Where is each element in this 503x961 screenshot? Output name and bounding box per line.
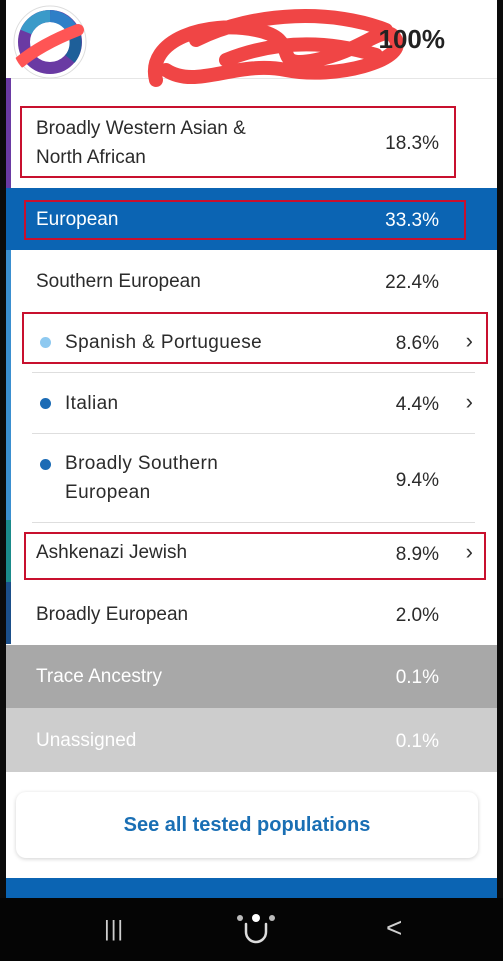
row-percent: 0.1%: [395, 667, 439, 688]
back-button[interactable]: <: [386, 912, 402, 944]
row-broadly-european[interactable]: Broadly European 2.0%: [6, 583, 497, 645]
recents-button[interactable]: |||: [104, 916, 124, 942]
row-broadly-southern-european[interactable]: Broadly Southern European 9.4%: [6, 434, 497, 522]
row-percent: 0.1%: [395, 731, 439, 752]
population-dot: [40, 459, 51, 470]
ancestry-header: 100%: [6, 0, 497, 87]
row-label: Trace Ancestry: [36, 666, 163, 687]
row-southern-european[interactable]: Southern European 22.4%: [6, 250, 497, 312]
highlight-box: [24, 200, 466, 240]
row-percent: 9.4%: [395, 470, 439, 491]
highlight-box: [22, 312, 488, 364]
highlight-box: [20, 106, 456, 178]
bottom-blue-strip: [6, 878, 497, 898]
row-label: Italian: [65, 393, 119, 414]
row-percent: 2.0%: [395, 605, 439, 626]
home-icon[interactable]: [236, 912, 276, 949]
population-dot: [40, 398, 51, 409]
system-nav-bar: ||| <: [0, 898, 503, 961]
highlight-box: [24, 532, 486, 580]
row-italian[interactable]: Italian 4.4% ›: [6, 373, 497, 433]
redaction-scribble: [147, 9, 404, 87]
row-label: Broadly European: [36, 604, 189, 625]
ancestry-screen: 100% Broadly Western Asian & North Afric…: [6, 0, 497, 898]
ancestry-donut-icon[interactable]: [12, 4, 88, 80]
chevron-right-icon[interactable]: ›: [466, 389, 473, 415]
total-percent: 100%: [378, 24, 446, 54]
row-percent: 4.4%: [395, 394, 439, 415]
row-label: Broadly Southern European: [65, 453, 219, 503]
row-percent: 22.4%: [385, 272, 439, 293]
row-label: Southern European: [36, 271, 201, 292]
see-all-populations-button[interactable]: See all tested populations: [16, 792, 478, 858]
row-trace-ancestry[interactable]: Trace Ancestry 0.1%: [6, 645, 497, 708]
row-unassigned[interactable]: Unassigned 0.1%: [6, 708, 497, 772]
row-label: Unassigned: [36, 730, 137, 751]
